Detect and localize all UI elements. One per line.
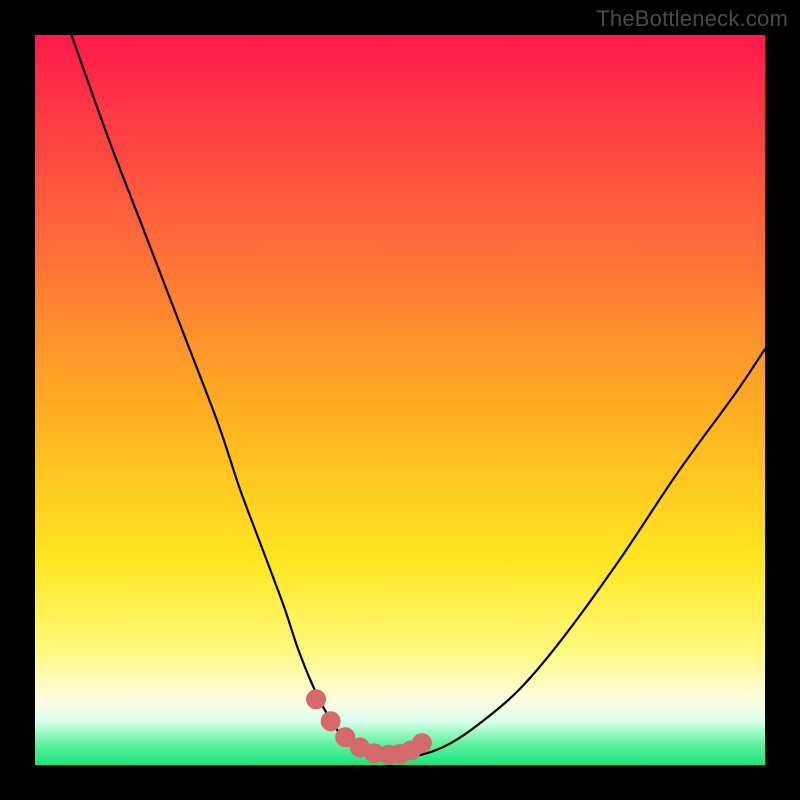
marker-dot [412, 733, 432, 753]
marker-dot [306, 689, 326, 709]
curve-layer [35, 35, 765, 765]
valley-markers [306, 689, 432, 764]
watermark-text: TheBottleneck.com [596, 6, 788, 32]
plot-area [35, 35, 765, 765]
bottleneck-curve [72, 35, 766, 758]
marker-dot [321, 711, 341, 731]
chart-frame: TheBottleneck.com [0, 0, 800, 800]
